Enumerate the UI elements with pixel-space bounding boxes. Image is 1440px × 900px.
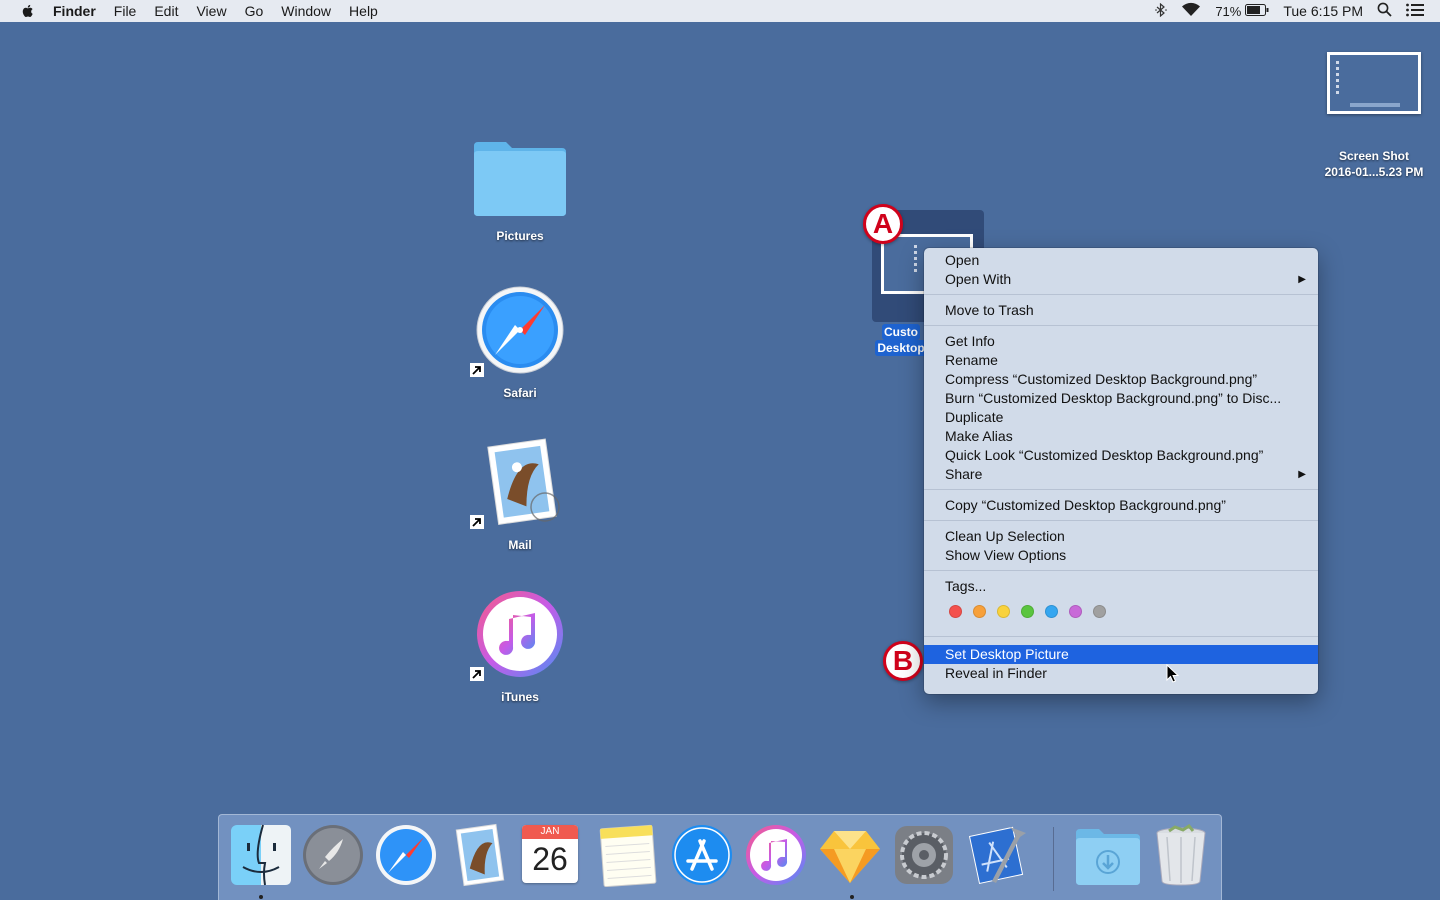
menu-go[interactable]: Go xyxy=(245,3,264,19)
alias-arrow-icon xyxy=(470,667,484,681)
menu-item-open-with[interactable]: Open With ▶ xyxy=(924,270,1318,289)
menu-separator xyxy=(924,520,1318,521)
mouse-cursor-icon xyxy=(1166,664,1180,683)
launchpad-icon[interactable] xyxy=(301,823,365,887)
desktop-icon-pictures[interactable]: Pictures xyxy=(460,138,580,243)
file-label: Screen Shot 2016-01...5.23 PM xyxy=(1324,149,1424,179)
xcode-icon[interactable] xyxy=(966,823,1030,887)
menu-separator xyxy=(924,570,1318,571)
menu-separator xyxy=(924,325,1318,326)
apple-icon[interactable] xyxy=(20,3,36,19)
callout-b: B xyxy=(883,641,923,681)
menu-item-quick-look[interactable]: Quick Look “Customized Desktop Backgroun… xyxy=(924,446,1318,465)
bluetooth-icon[interactable] xyxy=(1155,2,1168,20)
downloads-folder-icon[interactable] xyxy=(1073,823,1143,887)
tag-color-dot[interactable] xyxy=(1045,604,1058,618)
notification-center-icon[interactable] xyxy=(1406,3,1424,20)
menu-separator xyxy=(924,294,1318,295)
mail-icon[interactable] xyxy=(448,823,512,887)
submenu-arrow-icon: ▶ xyxy=(1298,469,1306,480)
menu-item-move-to-trash[interactable]: Move to Trash xyxy=(924,301,1318,320)
clock[interactable]: Tue 6:15 PM xyxy=(1283,3,1363,19)
dock-separator xyxy=(1053,827,1054,891)
menu-item-burn[interactable]: Burn “Customized Desktop Background.png”… xyxy=(924,389,1318,408)
menu-view[interactable]: View xyxy=(196,3,226,19)
spotlight-icon[interactable] xyxy=(1377,2,1392,20)
callout-a: A xyxy=(863,204,903,244)
tag-color-row xyxy=(924,596,1318,626)
submenu-arrow-icon: ▶ xyxy=(1298,274,1306,285)
menu-item-share[interactable]: Share ▶ xyxy=(924,465,1318,484)
calendar-day: 26 xyxy=(532,841,568,877)
menu-separator xyxy=(924,489,1318,490)
tag-color-dot[interactable] xyxy=(1069,604,1082,618)
calendar-month: JAN xyxy=(522,825,578,839)
menu-separator xyxy=(924,636,1318,637)
sketch-icon[interactable] xyxy=(818,823,882,887)
menu-item-make-alias[interactable]: Make Alias xyxy=(924,427,1318,446)
trash-icon[interactable] xyxy=(1149,823,1213,887)
safari-icon xyxy=(476,286,564,374)
desktop-icon-label: Pictures xyxy=(496,229,544,243)
context-menu: Open Open With ▶ Move to Trash Get Info R… xyxy=(924,248,1318,694)
menu-item-get-info[interactable]: Get Info xyxy=(924,332,1318,351)
alias-arrow-icon xyxy=(470,515,484,529)
menu-item-tags[interactable]: Tags... xyxy=(924,577,1318,596)
menu-item-show-view-options[interactable]: Show View Options xyxy=(924,546,1318,565)
calendar-icon[interactable]: JAN 26 xyxy=(522,825,578,883)
itunes-icon[interactable] xyxy=(744,823,808,887)
tag-color-dot[interactable] xyxy=(973,604,986,618)
safari-icon[interactable] xyxy=(374,823,438,887)
tag-color-dot[interactable] xyxy=(1021,604,1034,618)
file-thumbnail xyxy=(1327,52,1421,114)
menu-item-reveal-in-finder[interactable]: Reveal in Finder xyxy=(924,664,1318,683)
desktop-file-screenshot[interactable]: Screen Shot 2016-01...5.23 PM xyxy=(1314,52,1434,180)
system-preferences-icon[interactable] xyxy=(892,823,956,887)
desktop-icon-safari[interactable]: Safari xyxy=(460,285,580,400)
menu-item-set-desktop-picture[interactable]: Set Desktop Picture xyxy=(924,645,1318,664)
mail-icon xyxy=(487,438,560,525)
alias-arrow-icon xyxy=(470,363,484,377)
desktop-icon-label: Mail xyxy=(508,538,532,552)
running-indicator xyxy=(850,895,854,899)
menu-window[interactable]: Window xyxy=(281,3,331,19)
tag-color-dot[interactable] xyxy=(1093,604,1106,618)
wifi-icon[interactable] xyxy=(1181,2,1201,20)
menu-app-name[interactable]: Finder xyxy=(53,3,96,19)
menu-item-rename[interactable]: Rename xyxy=(924,351,1318,370)
dock: JAN 26 xyxy=(218,814,1222,900)
menu-file[interactable]: File xyxy=(114,3,137,19)
itunes-icon xyxy=(477,591,563,677)
battery-percent: 71% xyxy=(1215,3,1242,19)
folder-icon xyxy=(474,142,566,216)
menu-item-clean-up-selection[interactable]: Clean Up Selection xyxy=(924,527,1318,546)
menu-item-compress[interactable]: Compress “Customized Desktop Background.… xyxy=(924,370,1318,389)
notes-icon[interactable] xyxy=(596,823,660,887)
menu-help[interactable]: Help xyxy=(349,3,378,19)
tag-color-dot[interactable] xyxy=(997,604,1010,618)
running-indicator xyxy=(259,895,263,899)
battery-icon[interactable] xyxy=(1245,3,1269,19)
app-store-icon[interactable] xyxy=(670,823,734,887)
menu-item-duplicate[interactable]: Duplicate xyxy=(924,408,1318,427)
menu-item-open[interactable]: Open xyxy=(924,251,1318,270)
menu-edit[interactable]: Edit xyxy=(154,3,178,19)
desktop-icon-mail[interactable]: Mail xyxy=(460,437,580,552)
desktop-icon-itunes[interactable]: iTunes xyxy=(460,589,580,704)
tag-color-dot[interactable] xyxy=(949,604,962,618)
menu-item-copy[interactable]: Copy “Customized Desktop Background.png” xyxy=(924,496,1318,515)
desktop-icon-label: iTunes xyxy=(501,690,539,704)
finder-icon[interactable] xyxy=(229,823,293,887)
menu-bar: Finder File Edit View Go Window Help 71%… xyxy=(0,0,1440,22)
desktop-icon-label: Safari xyxy=(503,386,537,400)
